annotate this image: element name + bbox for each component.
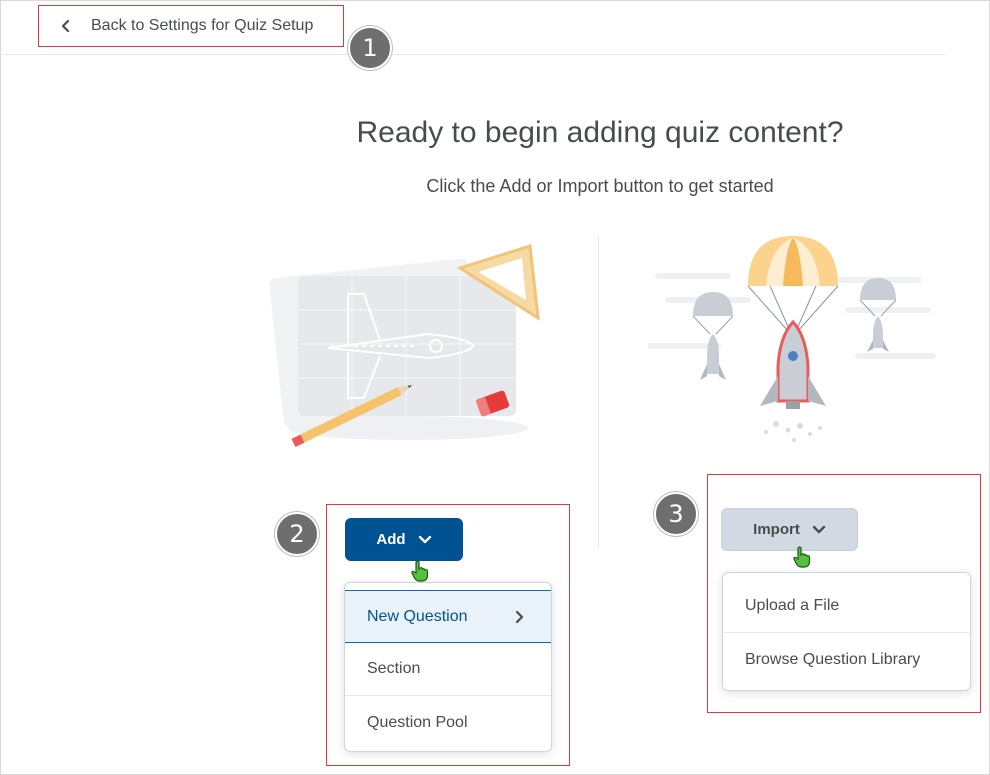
menu-item-browse-question-library[interactable]: Browse Question Library [723,633,970,686]
menu-item-label: Question Pool [367,713,468,731]
page-subtitle: Click the Add or Import button to get st… [426,176,774,196]
callout-badge-1: 1 [348,26,392,70]
back-to-settings-link[interactable]: Back to Settings for Quiz Setup [38,5,344,47]
hand-pointer-icon [411,560,429,582]
menu-item-label: Section [367,660,421,677]
add-button-label: Add [376,531,406,548]
chevron-right-icon [515,610,524,624]
blueprint-illustration [269,244,540,447]
import-dropdown-menu: Upload a File Browse Question Library [722,572,971,691]
menu-item-section[interactable]: Section [345,643,551,696]
header-divider [0,54,945,55]
add-button[interactable]: Add [345,518,463,561]
hand-pointer-icon [793,546,811,568]
menu-item-upload-file[interactable]: Upload a File [723,580,970,633]
chevron-down-icon [812,525,826,533]
callout-badge-2: 2 [275,512,319,556]
chevron-left-icon [61,19,70,33]
column-divider [598,236,599,548]
rocket-illustration [648,236,936,442]
menu-item-new-question[interactable]: New Question [345,590,551,643]
menu-item-label: New Question [367,607,468,625]
callout-badge-3: 3 [654,492,698,536]
import-button-label: Import [753,521,800,538]
menu-item-label: Upload a File [745,597,840,614]
page-title: Ready to begin adding quiz content? [356,116,844,149]
back-link-label: Back to Settings for Quiz Setup [91,17,314,34]
menu-item-label: Browse Question Library [745,650,921,668]
add-dropdown-menu: New Question Section Question Pool [344,582,552,752]
import-button[interactable]: Import [721,508,858,551]
menu-item-question-pool[interactable]: Question Pool [345,696,551,749]
chevron-down-icon [418,535,431,543]
